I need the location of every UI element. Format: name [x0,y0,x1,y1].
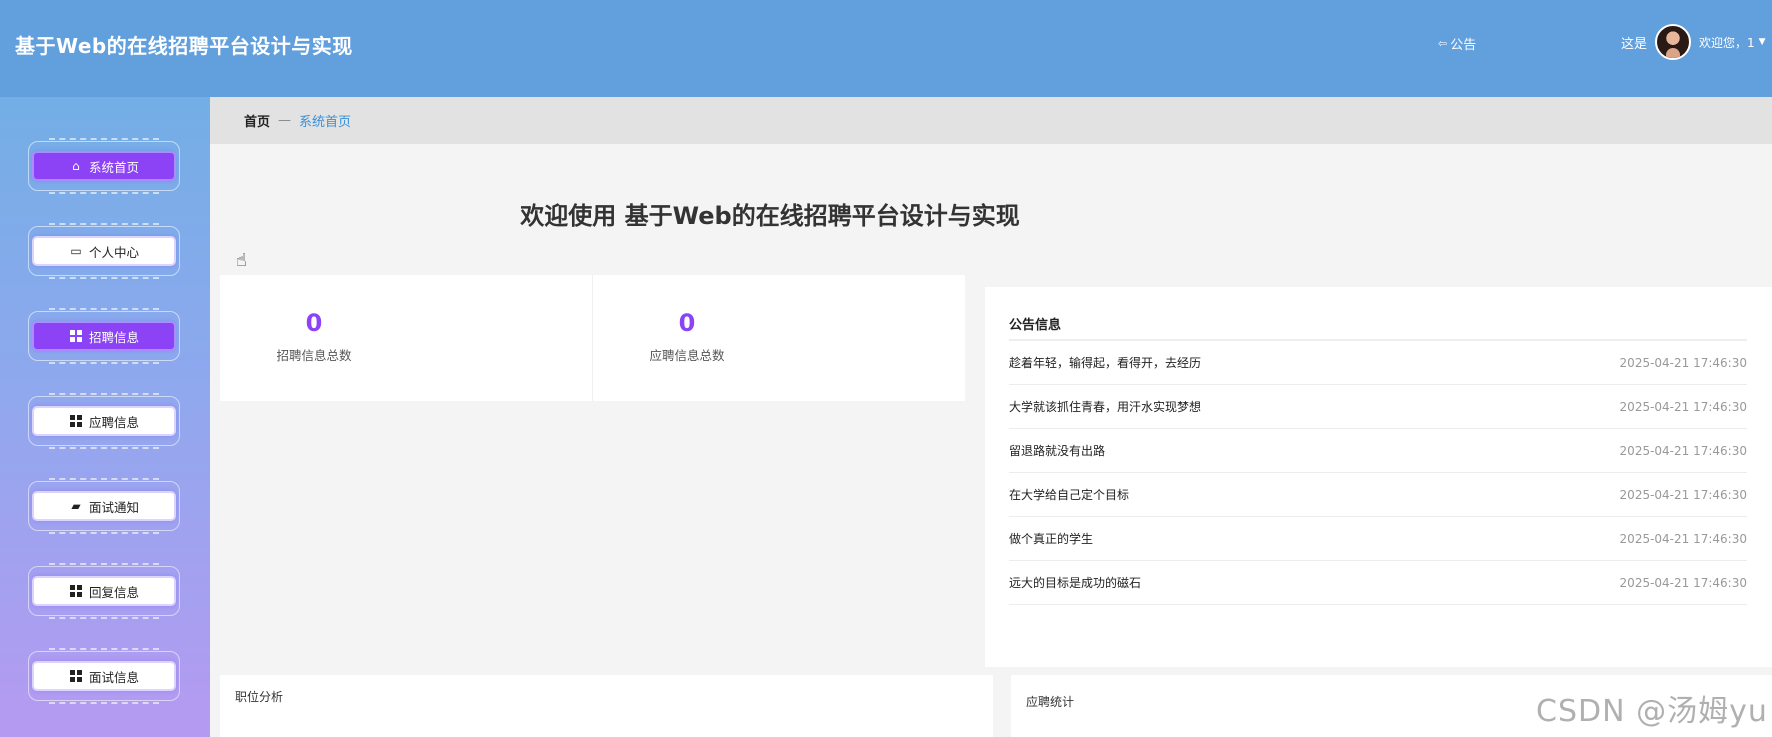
notice-date: 2025-04-21 17:46:30 [1619,399,1747,414]
notice-date: 2025-04-21 17:46:30 [1619,443,1747,458]
stats-card: 0 招聘信息总数 0 应聘信息总数 [220,275,965,401]
application-stats-title: 应聘统计 [1026,695,1075,709]
stat-value: 0 [678,309,696,337]
sidebar-item-jobs[interactable]: 招聘信息 [28,308,180,364]
stat-job-count[interactable]: 0 招聘信息总数 [220,275,593,401]
notice-link[interactable]: ⇦ 公告 [1438,34,1476,53]
sidebar-item-applications[interactable]: 应聘信息 [28,393,180,449]
sidebar-item-label: 回复信息 [88,584,139,600]
list-item[interactable]: 趁着年轻，输得起，看得开，去经历 2025-04-21 17:46:30 [1009,341,1747,385]
welcome-text: 欢迎您，1 [1699,35,1755,50]
grid-icon [69,585,83,597]
notice-title[interactable]: 在大学给自己定个目标 [1009,486,1129,503]
sidebar-item-label: 个人中心 [88,244,139,260]
sidebar-button-applications[interactable]: 应聘信息 [32,406,176,436]
stat-application-count[interactable]: 0 应聘信息总数 [593,275,965,401]
page-title: 欢迎使用 基于Web的在线招聘平台设计与实现 [520,202,1020,230]
notice-list: 趁着年轻，输得起，看得开，去经历 2025-04-21 17:46:30 大学就… [1009,341,1747,605]
sidebar-item-interviews[interactable]: 面试信息 [28,648,180,704]
notice-title[interactable]: 趁着年轻，输得起，看得开，去经历 [1009,354,1201,371]
sidebar-button-interview-notice[interactable]: ▰ 面试通知 [32,491,176,521]
notice-title[interactable]: 远大的目标是成功的磁石 [1009,574,1141,591]
list-item[interactable]: 在大学给自己定个目标 2025-04-21 17:46:30 [1009,473,1747,517]
sidebar-button-interviews[interactable]: 面试信息 [32,661,176,691]
briefcase-icon: ▰ [71,499,81,513]
sidebar-item-interview-notice[interactable]: ▰ 面试通知 [28,478,180,534]
stat-label: 应聘信息总数 [649,348,725,363]
notice-title[interactable]: 大学就该抓住青春，用汗水实现梦想 [1009,398,1201,415]
breadcrumb-current[interactable]: 系统首页 [299,111,351,130]
job-analysis-title: 职位分析 [235,690,284,704]
list-item[interactable]: 远大的目标是成功的磁石 2025-04-21 17:46:30 [1009,561,1747,605]
hand-cursor-icon: ☝ [236,250,247,271]
sidebar: ⌂ 系统首页 ▭ 个人中心 招聘信息 应聘信息 ▰ 面试通知 回复信息 面试信息 [0,97,210,737]
stat-label: 招聘信息总数 [276,348,352,363]
sidebar-button-home[interactable]: ⌂ 系统首页 [32,151,176,181]
notice-title[interactable]: 做个真正的学生 [1009,530,1093,547]
notice-panel: 公告信息 趁着年轻，输得起，看得开，去经历 2025-04-21 17:46:3… [985,287,1772,667]
home-icon: ⌂ [72,159,80,173]
job-analysis-panel: 职位分析 [220,675,993,737]
sidebar-button-jobs[interactable]: 招聘信息 [32,321,176,351]
watermark: CSDN @汤姆yu [1536,694,1768,729]
sidebar-item-home[interactable]: ⌂ 系统首页 [28,138,180,194]
chevron-down-icon[interactable]: ▼ [1759,37,1766,47]
sidebar-button-profile[interactable]: ▭ 个人中心 [32,236,176,266]
grid-icon [69,330,83,342]
notice-date: 2025-04-21 17:46:30 [1619,487,1747,502]
notice-date: 2025-04-21 17:46:30 [1619,355,1747,370]
notice-link-label: 公告 [1450,38,1477,53]
sidebar-item-profile[interactable]: ▭ 个人中心 [28,223,180,279]
sidebar-item-label: 面试信息 [88,669,139,685]
sidebar-item-label: 应聘信息 [88,414,139,430]
notice-date: 2025-04-21 17:46:30 [1619,575,1747,590]
list-item[interactable]: 做个真正的学生 2025-04-21 17:46:30 [1009,517,1747,561]
sidebar-item-replies[interactable]: 回复信息 [28,563,180,619]
list-item[interactable]: 留退路就没有出路 2025-04-21 17:46:30 [1009,429,1747,473]
user-prefix: 这是 [1621,36,1648,52]
breadcrumb: 首页 — 系统首页 [210,97,1772,144]
notice-title[interactable]: 留退路就没有出路 [1009,442,1105,459]
sidebar-item-label: 招聘信息 [88,329,139,345]
avatar[interactable] [1655,24,1692,60]
sidebar-item-label: 系统首页 [88,159,139,175]
card-icon: ▭ [70,244,82,258]
user-menu[interactable]: 这是 欢迎您，1 ▼ [1621,24,1766,60]
sidebar-item-label: 面试通知 [88,499,139,515]
breadcrumb-separator: — [278,113,292,128]
sidebar-button-replies[interactable]: 回复信息 [32,576,176,606]
notice-date: 2025-04-21 17:46:30 [1619,531,1747,546]
stat-value: 0 [305,309,323,337]
app-title: 基于Web的在线招聘平台设计与实现 [15,34,353,58]
logout-arrow-icon: ⇦ [1438,37,1448,50]
notice-panel-title: 公告信息 [1009,287,1747,341]
grid-icon [69,670,83,682]
list-item[interactable]: 大学就该抓住青春，用汗水实现梦想 2025-04-21 17:46:30 [1009,385,1747,429]
grid-icon [69,415,83,427]
breadcrumb-home[interactable]: 首页 [244,111,270,130]
top-header: 基于Web的在线招聘平台设计与实现 ⇦ 公告 这是 欢迎您，1 ▼ [0,0,1772,97]
